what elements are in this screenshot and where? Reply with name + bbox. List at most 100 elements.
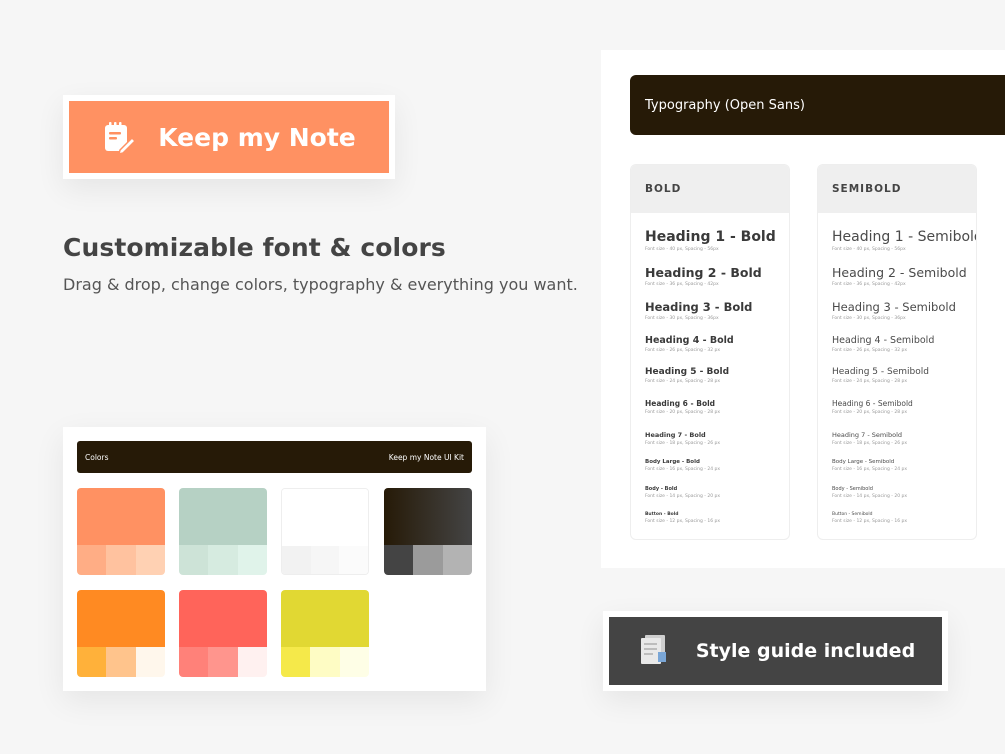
swatch-main-color [384,488,472,545]
swatch-tint [77,647,107,677]
keep-my-note-label: Keep my Note [158,122,356,152]
typography-style-meta: Font size - 40 px, Spacing - 56px [832,247,906,252]
typography-style-meta: Font size - 14 px, Spacing - 20 px [832,494,908,499]
typography-style-name: Button - Bold [645,512,679,517]
typography-style-name: Heading 6 - Bold [645,399,716,408]
typography-style-meta: Font size - 26 px, Spacing - 32 px [645,348,721,353]
color-swatch [77,488,165,575]
swatch-tint [384,545,414,575]
semibold-column-header: SEMIBOLD [818,165,976,213]
typography-style-meta: Font size - 12 px, Spacing - 16 px [832,519,908,524]
swatch-tint [237,647,267,677]
kit-label: Keep my Note UI Kit [388,452,464,462]
typography-style-name: Heading 2 - Bold [645,265,762,280]
keep-my-note-button[interactable]: Keep my Note [69,101,389,173]
typography-style-meta: Font size - 16 px, Spacing - 24 px [645,467,721,472]
typography-style-meta: Font size - 30 px, Spacing - 36px [832,316,906,321]
semibold-column: SEMIBOLD Heading 1 - Semibold Font size -… [817,164,977,540]
typography-style-meta: Font size - 18 px, Spacing - 26 px [832,441,908,446]
typography-row: Heading 3 - Bold Font size - 30 px, Spaci… [645,300,752,321]
swatch-main-color [179,590,267,647]
typography-row: Heading 7 - Semibold Font size - 18 px, S… [832,431,907,446]
swatch-tint [237,545,267,575]
typography-row: Body Large - Bold Font size - 16 px, Spac… [645,459,720,472]
document-stack-icon [636,632,670,671]
swatch-tint [208,545,238,575]
typography-style-name: Button - Semibold [832,512,873,517]
typography-style-name: Heading 2 - Semibold [832,265,967,280]
typography-style-meta: Font size - 12 px, Spacing - 16 px [645,519,721,524]
bold-column-header: BOLD [631,165,789,213]
colors-title: Colors [85,452,109,462]
typography-row: Heading 6 - Semibold Font size - 20 px, S… [832,399,913,415]
typography-style-name: Heading 5 - Semibold [832,367,929,377]
typography-row: Heading 4 - Semibold Font size - 26 px, S… [832,335,934,353]
typography-style-meta: Font size - 26 px, Spacing - 32 px [832,348,908,353]
typography-row: Heading 2 - Bold Font size - 36 px, Spaci… [645,265,762,287]
color-swatch [281,488,369,575]
style-guide-button[interactable]: Style guide included [609,617,942,685]
typography-style-meta: Font size - 24 px, Spacing - 28 px [832,379,908,384]
typography-style-name: Heading 3 - Semibold [832,300,956,314]
swatch-tint [339,546,368,574]
typography-style-name: Body Large - Bold [645,459,700,465]
swatch-tint [339,647,369,677]
typography-row: Body Large - Semibold Font size - 16 px, … [832,459,907,472]
typography-row: Button - Bold Font size - 12 px, Spacing … [645,512,720,524]
brand-button-card: Keep my Note [63,95,395,179]
typography-row: Heading 6 - Bold Font size - 20 px, Spaci… [645,399,720,415]
swatch-tint [135,647,165,677]
swatch-tint [106,545,136,575]
swatch-tint [106,647,136,677]
swatch-tint [281,647,311,677]
bold-column: BOLD Heading 1 - Bold Font size - 40 px, … [630,164,790,540]
typography-header-bar: Typography (Open Sans) [630,75,1005,135]
color-swatch [77,590,165,677]
typography-style-meta: Font size - 20 px, Spacing - 28 px [645,410,721,415]
typography-style-meta: Font size - 18 px, Spacing - 26 px [645,441,721,446]
typography-style-name: Heading 7 - Bold [645,431,706,439]
typography-style-name: Heading 5 - Bold [645,367,730,377]
hero-subline: Drag & drop, change colors, typography &… [63,275,578,294]
typography-row: Heading 7 - Bold Font size - 18 px, Spaci… [645,431,720,446]
typography-style-name: Body Large - Semibold [832,459,895,465]
typography-style-name: Heading 6 - Semibold [832,399,913,408]
typography-style-meta: Font size - 14 px, Spacing - 20 px [645,494,721,499]
typography-row: Heading 5 - Bold Font size - 24 px, Spaci… [645,367,729,384]
typography-row: Button - Semibold Font size - 12 px, Spac… [832,512,907,524]
typography-title: Typography (Open Sans) [645,97,805,113]
typography-row: Heading 5 - Semibold Font size - 24 px, S… [832,367,929,384]
note-edit-icon [102,120,137,154]
swatch-tint [77,545,107,575]
typography-style-name: Heading 3 - Bold [645,300,753,314]
typography-style-meta: Font size - 36 px, Spacing - 42px [645,282,719,287]
typography-row: Heading 2 - Semibold Font size - 36 px, S… [832,265,967,287]
swatch-tint [310,546,340,574]
typography-row: Heading 4 - Bold Font size - 26 px, Spaci… [645,335,734,353]
style-guide-card: Style guide included [603,611,948,691]
typography-row: Body - Bold Font size - 14 px, Spacing - … [645,486,720,499]
swatch-main-color [77,590,165,647]
colors-panel: Colors Keep my Note UI Kit [63,427,486,691]
swatch-tint [135,545,165,575]
typography-style-meta: Font size - 24 px, Spacing - 28 px [645,379,721,384]
hero-headline: Customizable font & colors [63,233,446,262]
color-swatch [179,488,267,575]
style-guide-label: Style guide included [695,640,916,662]
swatch-main-color [77,488,165,545]
color-swatch [281,590,369,677]
typography-panel: Typography (Open Sans) BOLD Heading 1 - … [601,50,1005,568]
typography-style-meta: Font size - 40 px, Spacing - 56px [645,247,719,252]
swatch-tint [282,546,311,574]
typography-style-name: Heading 4 - Semibold [832,335,935,346]
swatch-main-color [281,590,369,647]
swatch-tint [310,647,340,677]
typography-row: Heading 1 - Semibold Font size - 40 px, S… [832,229,976,252]
swatch-tint [179,647,209,677]
color-swatch [179,590,267,677]
swatch-tint [442,545,472,575]
swatch-main-color [179,488,267,545]
typography-row: Heading 3 - Semibold Font size - 30 px, S… [832,300,956,321]
typography-style-meta: Font size - 16 px, Spacing - 24 px [832,467,908,472]
typography-style-meta: Font size - 20 px, Spacing - 28 px [832,410,908,415]
